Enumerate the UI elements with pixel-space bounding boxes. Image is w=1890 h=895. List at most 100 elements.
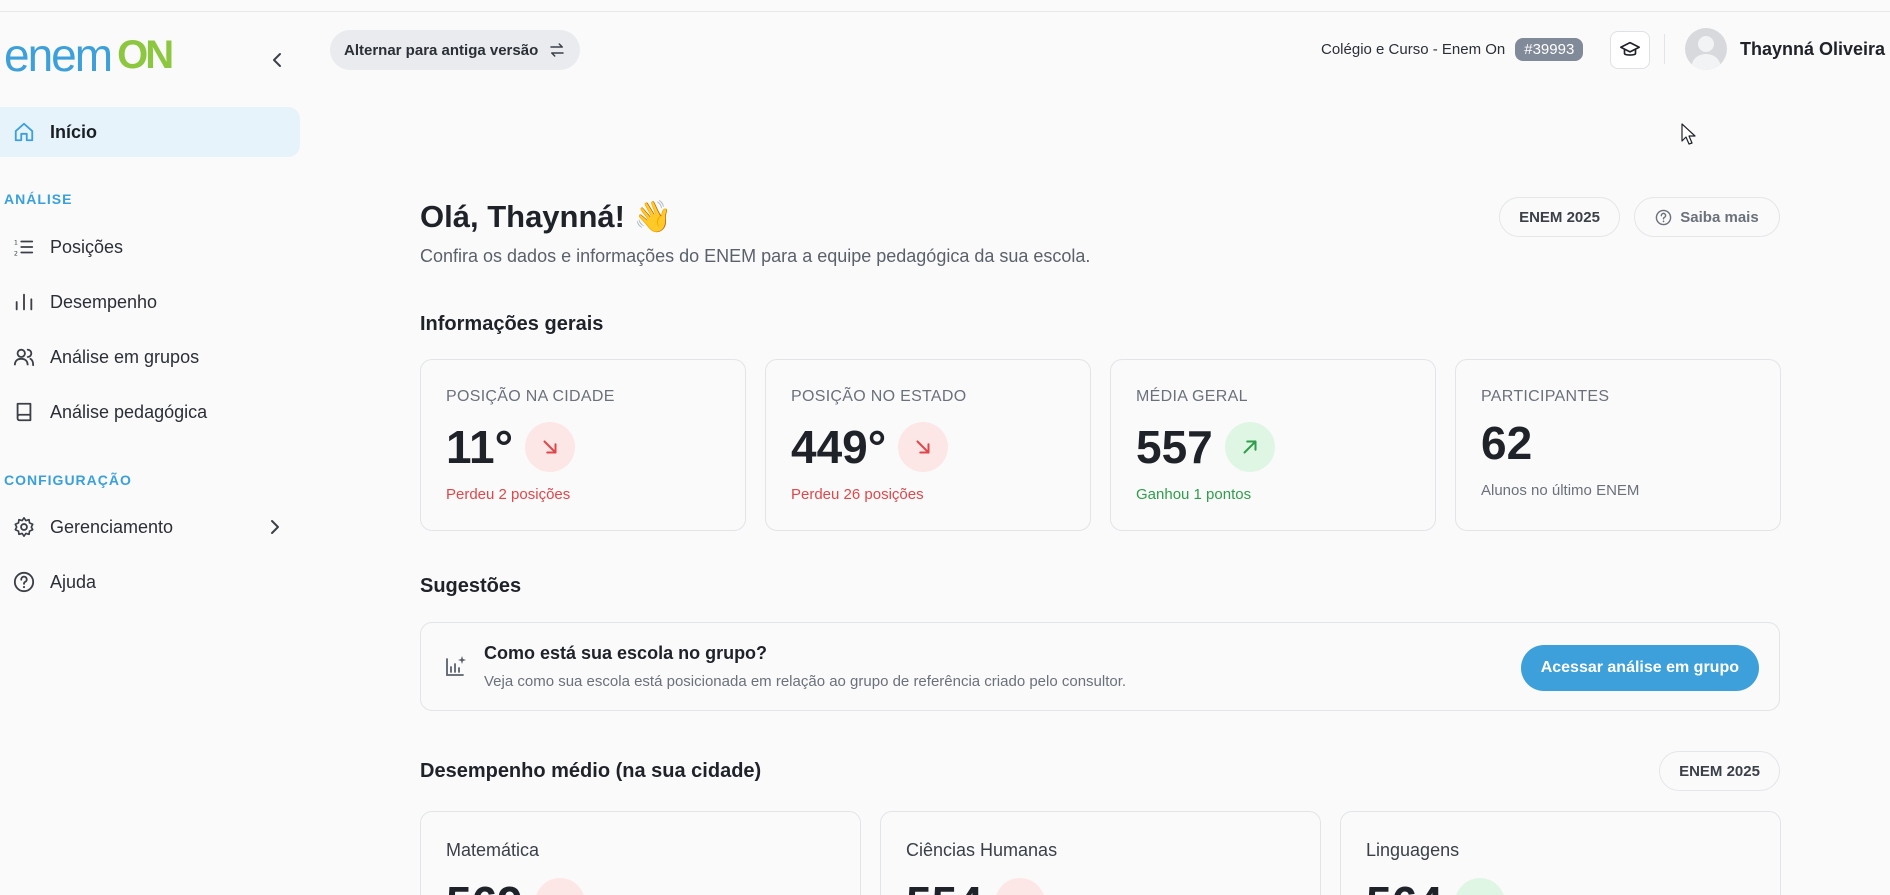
section-title-performance: Desempenho médio (na sua cidade) — [420, 760, 762, 782]
suggestion-title: Como está sua escola no grupo? — [484, 643, 768, 663]
help-circle-icon — [12, 570, 36, 594]
stat-value: 449° — [791, 421, 887, 473]
subject-card-ciencias-humanas: Ciências Humanas 554 — [880, 811, 1321, 895]
stat-label: POSIÇÃO NO ESTADO — [791, 388, 967, 405]
stat-value: 62 — [1481, 417, 1533, 469]
sidebar-item-label: Posições — [50, 236, 124, 257]
stat-label: MÉDIA GERAL — [1136, 388, 1248, 405]
performance-year-pill[interactable]: ENEM 2025 — [1659, 751, 1780, 791]
sidebar-item-label: Gerenciamento — [50, 516, 174, 537]
subject-label: Matemática — [446, 840, 540, 860]
subject-card-linguagens: Linguagens 564 — [1340, 811, 1781, 895]
user-placeholder-icon — [1691, 36, 1721, 70]
home-icon — [12, 120, 36, 144]
stat-value: 557 — [1136, 421, 1213, 473]
section-label-config: CONFIGURAÇÃO — [4, 472, 132, 488]
learn-more-label: Saiba mais — [1680, 208, 1759, 226]
svg-text:2: 2 — [14, 249, 18, 257]
stat-value: 11° — [446, 421, 514, 473]
stat-card-city-position: POSIÇÃO NA CIDADE 11° Perdeu 2 posições — [420, 359, 746, 531]
sidebar-item-posicoes[interactable]: 12 Posições — [0, 222, 300, 272]
stat-note: Perdeu 2 posições — [446, 486, 571, 503]
chevron-right-icon — [271, 520, 279, 534]
chevron-left-icon — [273, 53, 281, 67]
sidebar-item-label: Desempenho — [50, 291, 158, 312]
sidebar: enem ON Início ANÁLISE 12 Posições Desem… — [0, 12, 305, 895]
collapse-sidebar-button[interactable] — [266, 48, 290, 72]
subject-value-row: 564 — [1366, 876, 1505, 895]
subject-value: 554 — [906, 876, 983, 895]
stat-card-average: MÉDIA GERAL 557 Ganhou 1 pontos — [1110, 359, 1436, 531]
list-numbered-icon: 12 — [12, 235, 36, 259]
school-name: Colégio e Curso - Enem On — [1321, 40, 1506, 58]
sidebar-item-analise-grupos[interactable]: Análise em grupos — [0, 332, 300, 382]
svg-text:1: 1 — [14, 238, 18, 246]
sidebar-item-label: Análise pedagógica — [50, 401, 208, 422]
book-icon — [12, 400, 36, 424]
subject-value: 569 — [446, 876, 523, 895]
stat-value-row: 449° — [791, 420, 949, 474]
graduation-cap-icon — [1620, 41, 1640, 56]
sidebar-item-analise-pedagogica[interactable]: Análise pedagógica — [0, 387, 300, 437]
stat-card-state-position: POSIÇÃO NO ESTADO 449° Perdeu 26 posiçõe… — [765, 359, 1091, 531]
page-subtitle: Confira os dados e informações do ENEM p… — [420, 246, 1091, 266]
subject-value-row: 554 — [906, 876, 1045, 895]
swap-arrows-icon — [550, 43, 564, 57]
suggestion-subtitle: Veja como sua escola está posicionada em… — [484, 673, 1127, 690]
sidebar-item-gerenciamento[interactable]: Gerenciamento — [0, 502, 300, 552]
logo-text: enem — [4, 29, 113, 81]
stat-value-row: 62 — [1481, 416, 1532, 470]
subject-label: Ciências Humanas — [906, 840, 1058, 860]
section-title-suggestions: Sugestões — [420, 575, 522, 597]
stat-note: Alunos no último ENEM — [1481, 482, 1640, 499]
sidebar-item-label: Análise em grupos — [50, 346, 200, 367]
stat-card-participants: PARTICIPANTES 62 Alunos no último ENEM — [1455, 359, 1781, 531]
stat-label: PARTICIPANTES — [1481, 388, 1610, 405]
sidebar-item-label: Início — [50, 121, 98, 142]
learn-more-button[interactable]: Saiba mais — [1634, 197, 1780, 237]
sidebar-item-label: Ajuda — [50, 571, 97, 592]
performance-year-label: ENEM 2025 — [1679, 762, 1760, 780]
enem-year-label: ENEM 2025 — [1519, 208, 1600, 226]
avatar — [1685, 28, 1727, 70]
school-code-badge: #39993 — [1515, 37, 1584, 61]
enem-year-pill[interactable]: ENEM 2025 — [1499, 197, 1620, 237]
sidebar-item-ajuda[interactable]: Ajuda — [0, 557, 300, 607]
subject-card-matematica: Matemática 569 — [420, 811, 861, 895]
section-label-analysis: ANÁLISE — [4, 191, 73, 207]
stat-value-row: 11° — [446, 420, 576, 474]
trend-down-icon — [994, 878, 1045, 895]
switch-version-button[interactable]: Alternar para antiga versão — [330, 30, 581, 70]
users-icon — [12, 345, 36, 369]
logo[interactable]: enem ON — [4, 29, 174, 81]
trend-up-icon — [1224, 422, 1275, 472]
section-title-general: Informações gerais — [420, 313, 604, 335]
stat-note: Perdeu 26 posições — [791, 486, 924, 503]
open-group-analysis-button[interactable]: Acessar análise em grupo — [1520, 645, 1759, 691]
help-circle-icon — [1656, 209, 1672, 225]
switch-version-label: Alternar para antiga versão — [344, 41, 539, 59]
graduation-cap-button[interactable] — [1610, 31, 1650, 69]
trend-down-icon — [534, 878, 585, 895]
app-root: enem ON Início ANÁLISE 12 Posições Desem… — [0, 0, 1890, 895]
topbar-divider — [1664, 34, 1665, 64]
greeting-text: Olá, Thaynná! 👋 — [420, 199, 673, 234]
stat-note: Ganhou 1 pontos — [1136, 486, 1252, 503]
suggestion-card: Como está sua escola no grupo? Veja como… — [420, 622, 1780, 711]
sidebar-item-inicio[interactable]: Início — [0, 107, 300, 157]
bar-chart-icon — [12, 290, 36, 314]
subject-value-row: 569 — [446, 876, 585, 895]
subject-value: 564 — [1366, 876, 1443, 895]
logo-suffix: ON — [117, 32, 174, 77]
stat-label: POSIÇÃO NA CIDADE — [446, 388, 615, 405]
gear-icon — [12, 515, 36, 539]
trend-down-icon — [898, 422, 949, 472]
chart-sparkle-icon — [446, 656, 466, 676]
trend-up-icon — [1454, 878, 1505, 895]
trend-down-icon — [525, 422, 576, 472]
user-menu[interactable]: Thaynná Oliveira — [1685, 28, 1885, 70]
mouse-cursor-icon — [1681, 123, 1696, 145]
subject-label: Linguagens — [1366, 840, 1460, 860]
sidebar-item-desempenho[interactable]: Desempenho — [0, 277, 300, 327]
user-name: Thaynná Oliveira — [1740, 38, 1886, 59]
